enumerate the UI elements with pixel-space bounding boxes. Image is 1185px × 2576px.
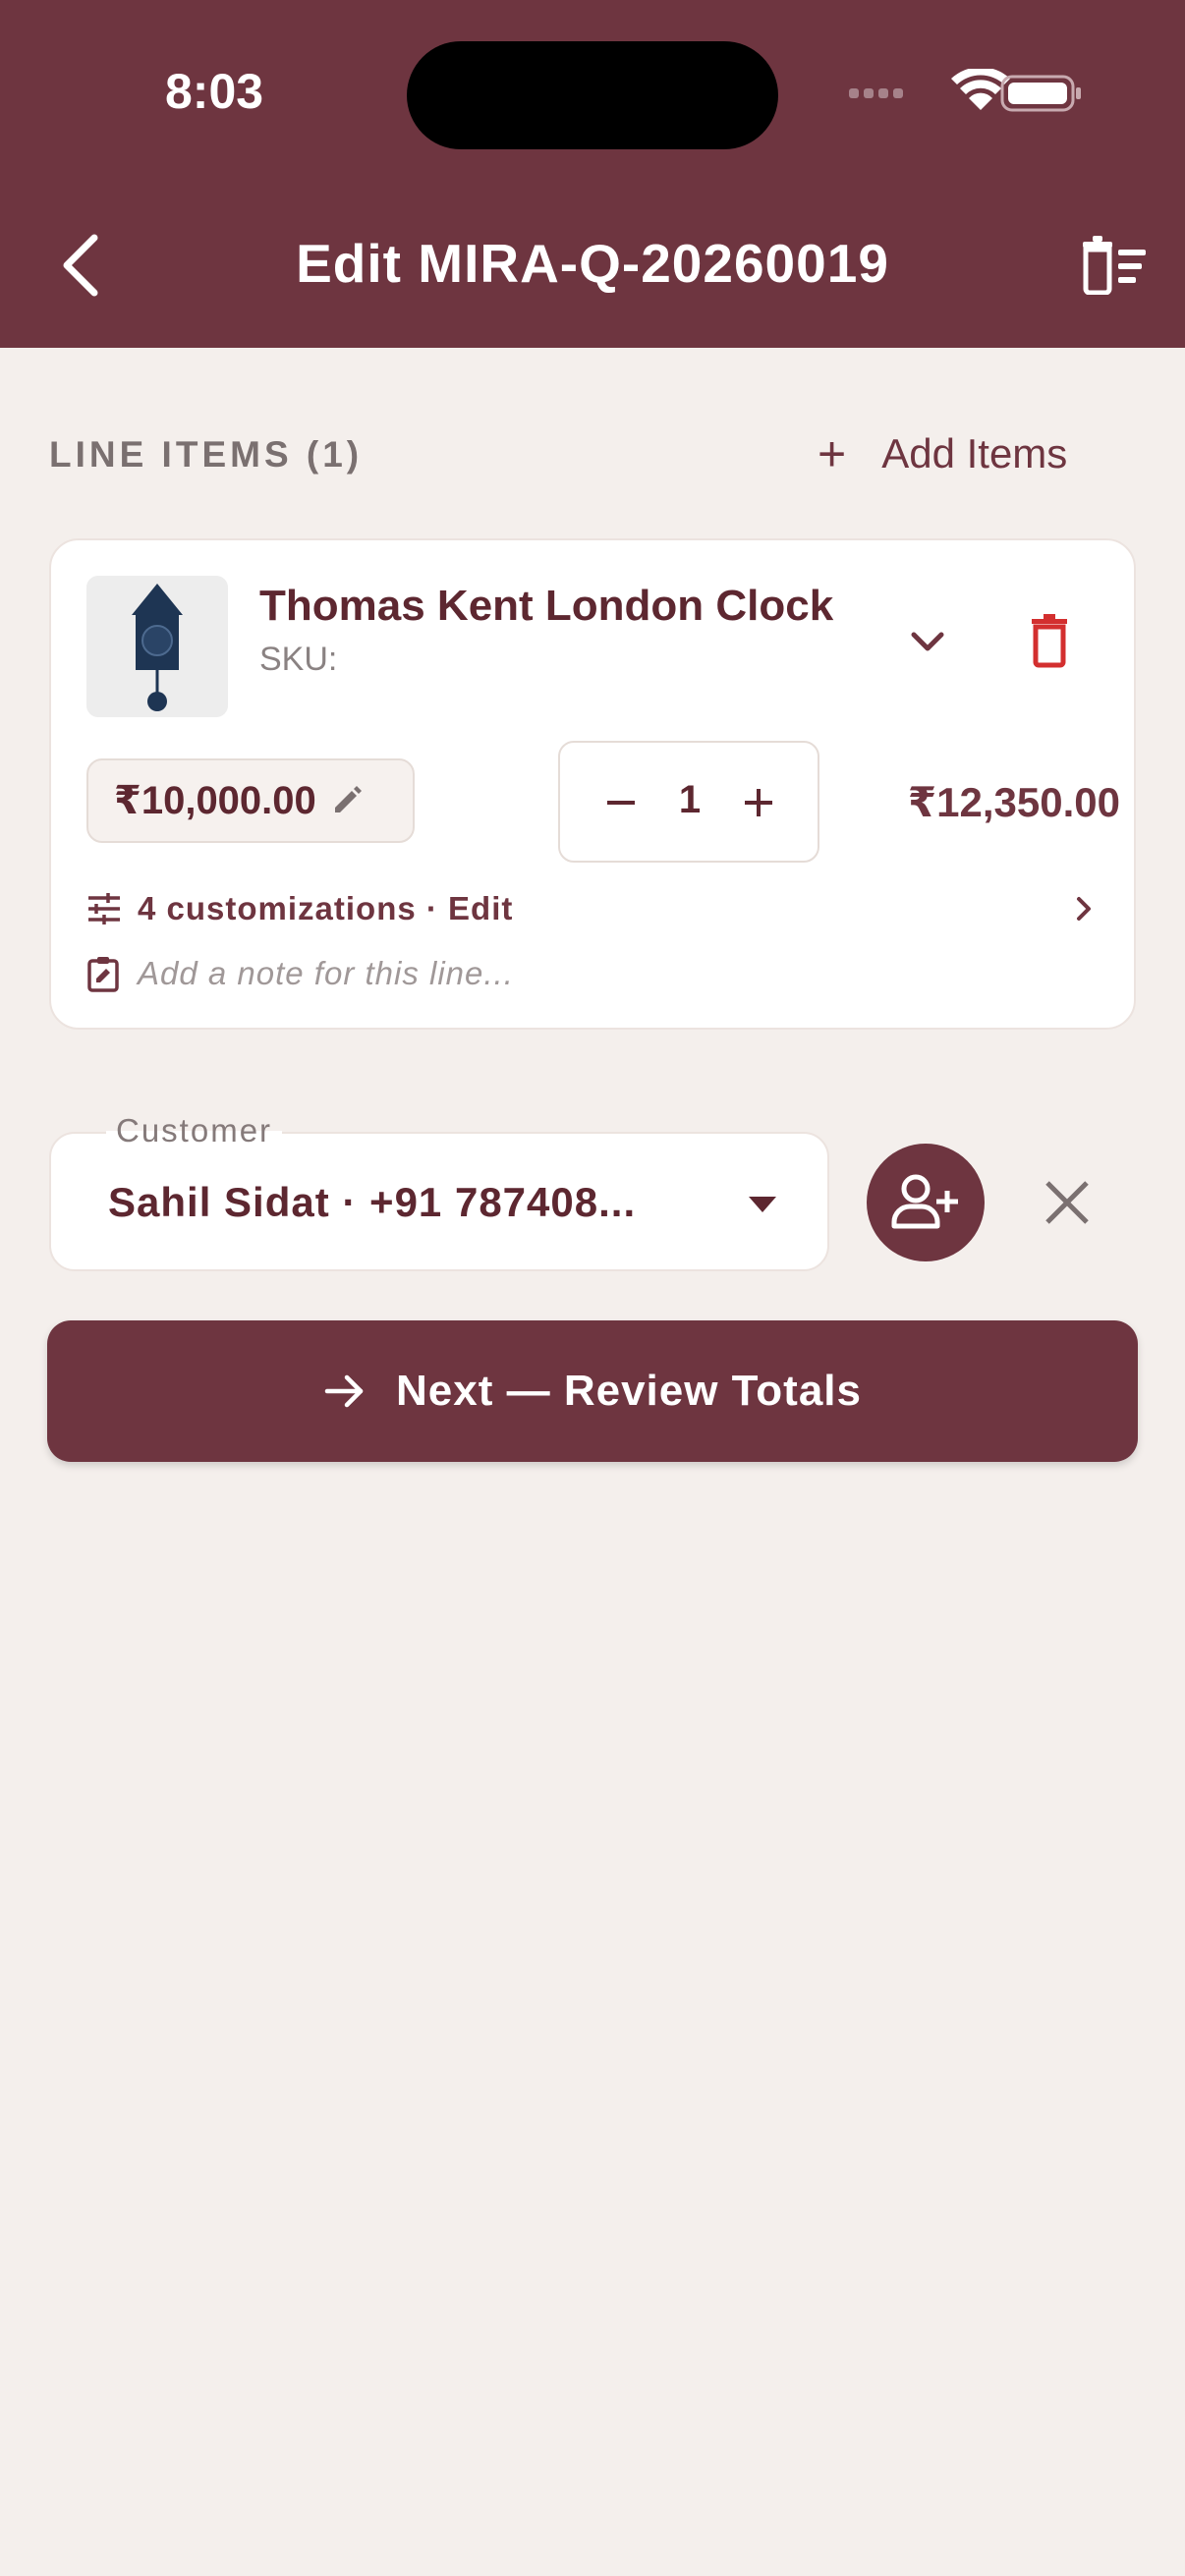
cellular-signal-icon bbox=[849, 88, 903, 98]
minus-icon[interactable] bbox=[601, 778, 641, 827]
tune-icon bbox=[88, 893, 120, 924]
plus-icon: + bbox=[818, 426, 847, 481]
next-review-totals-button[interactable]: Next — Review Totals bbox=[47, 1320, 1138, 1462]
close-icon[interactable] bbox=[1040, 1175, 1095, 1230]
customer-value: Sahil Sidat · +91 787408... bbox=[108, 1179, 637, 1225]
next-button-label: Next — Review Totals bbox=[396, 1367, 862, 1415]
battery-icon bbox=[1000, 75, 1081, 112]
back-button[interactable] bbox=[51, 224, 114, 307]
line-items-heading: LINE ITEMS (1) bbox=[49, 434, 364, 475]
unit-price: ₹10,000.00 bbox=[114, 779, 316, 822]
dropdown-arrow-icon bbox=[749, 1197, 776, 1212]
add-customer-button[interactable] bbox=[867, 1144, 985, 1261]
quantity-value: 1 bbox=[678, 778, 702, 821]
status-time: 8:03 bbox=[165, 64, 264, 119]
arrow-right-icon bbox=[324, 1374, 364, 1408]
dynamic-island bbox=[407, 41, 778, 149]
app-bar: 8:03 Edit MIRA-Q-20260019 bbox=[0, 0, 1185, 348]
edit-pencil-icon bbox=[334, 786, 362, 812]
customer-select[interactable]: Customer Sahil Sidat · +91 787408... bbox=[49, 1112, 829, 1271]
clear-all-icon[interactable] bbox=[1079, 236, 1148, 295]
delete-icon[interactable] bbox=[1020, 611, 1079, 670]
line-total: ₹12,350.00 bbox=[907, 779, 1120, 825]
customizations-label: 4 customizations · Edit bbox=[138, 890, 514, 926]
page-title: Edit MIRA-Q-20260019 bbox=[296, 233, 889, 294]
note-icon bbox=[87, 957, 119, 992]
status-icons bbox=[849, 69, 1081, 112]
customer-label: Customer bbox=[106, 1112, 283, 1149]
product-thumbnail bbox=[86, 576, 228, 717]
line-item-card: Thomas Kent London Clock SKU: ₹10,000.00… bbox=[49, 538, 1136, 1030]
plus-icon[interactable] bbox=[737, 778, 780, 827]
quantity-stepper: 1 bbox=[558, 741, 819, 863]
chevron-down-icon[interactable] bbox=[898, 619, 957, 668]
line-note-placeholder: Add a note for this line... bbox=[138, 955, 514, 991]
line-note-field[interactable]: Add a note for this line... bbox=[86, 949, 971, 998]
add-items-button[interactable]: + Add Items bbox=[818, 424, 1067, 483]
item-name: Thomas Kent London Clock bbox=[259, 582, 834, 630]
item-sku: SKU: bbox=[259, 641, 338, 678]
chevron-right-icon bbox=[1077, 897, 1091, 921]
unit-price-chip[interactable]: ₹10,000.00 bbox=[86, 758, 415, 843]
person-add-icon bbox=[891, 1174, 958, 1229]
add-items-label: Add Items bbox=[881, 430, 1068, 476]
customizations-row[interactable]: 4 customizations · Edit bbox=[86, 884, 1099, 933]
